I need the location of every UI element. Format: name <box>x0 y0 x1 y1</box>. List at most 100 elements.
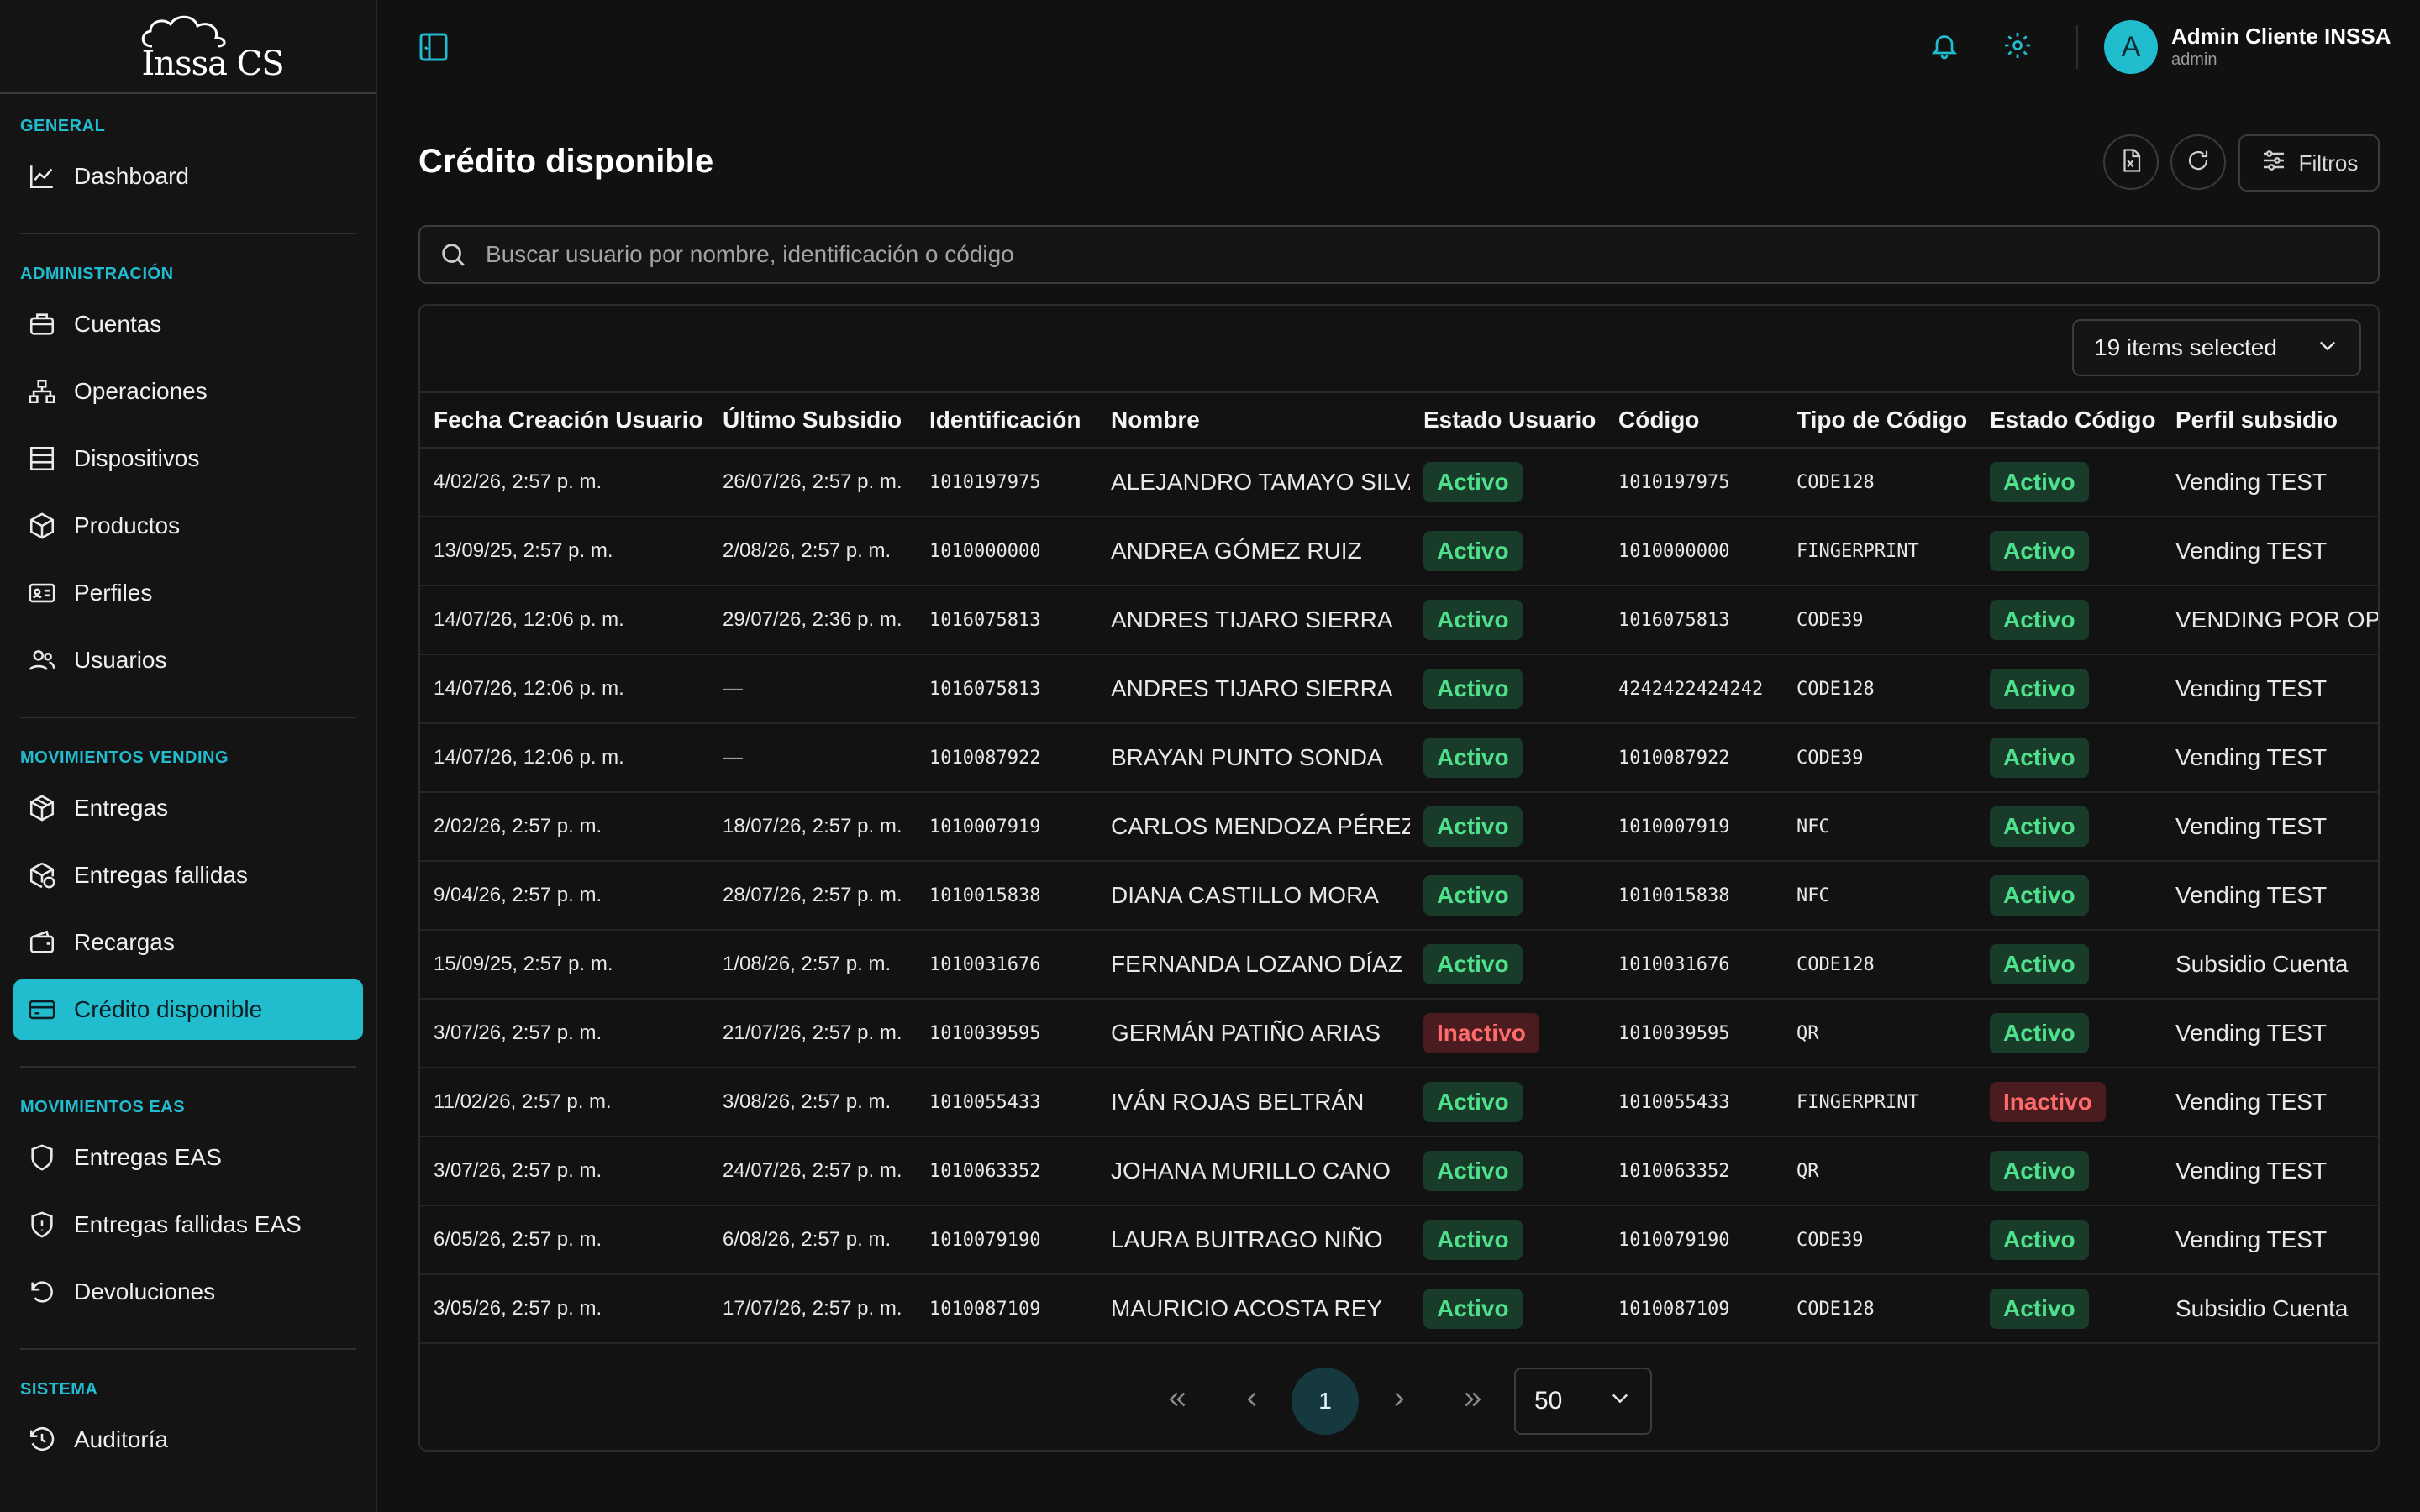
sidebar-item-recargas[interactable]: Recargas <box>13 912 363 973</box>
previous-page-button[interactable] <box>1218 1368 1286 1435</box>
sidebar-item-label: Entregas <box>74 795 169 821</box>
sidebar-item-dispositivos[interactable]: Dispositivos <box>13 428 363 489</box>
columns-multiselect[interactable]: 19 items selected <box>2072 319 2361 376</box>
notifications-button[interactable] <box>1926 29 1963 66</box>
sidebar-item-entregas-eas[interactable]: Entregas EAS <box>13 1127 363 1188</box>
sidebar-item-operaciones[interactable]: Operaciones <box>13 361 363 422</box>
sidebar-item-label: Cuentas <box>74 311 162 337</box>
table-row[interactable]: 14/07/26, 12:06 p. m. 29/07/26, 2:36 p. m… <box>420 585 2378 654</box>
chevrons-right-icon <box>1460 1387 1485 1416</box>
column-header[interactable]: Estado Usuario <box>1410 392 1605 448</box>
cell-estado-codigo: Activo <box>1976 1274 2162 1343</box>
cell-ultimo-subsidio: — <box>723 746 743 769</box>
table-row[interactable]: 9/04/26, 2:57 p. m. 28/07/26, 2:57 p. m. 1… <box>420 861 2378 930</box>
status-badge: Activo <box>1423 875 1523 916</box>
sidebar-item-entregas[interactable]: Entregas <box>13 778 363 838</box>
column-header[interactable]: Identificación <box>916 392 1097 448</box>
sidebar-item-cuentas[interactable]: Cuentas <box>13 294 363 354</box>
avatar[interactable]: A <box>2104 20 2158 74</box>
table-row[interactable]: 14/07/26, 12:06 p. m. — 1016075813 ANDRES T… <box>420 654 2378 723</box>
settings-button[interactable] <box>1999 29 2036 66</box>
table-row[interactable]: 4/02/26, 2:57 p. m. 26/07/26, 2:57 p. m. 1… <box>420 448 2378 517</box>
table-row[interactable]: 3/05/26, 2:57 p. m. 17/07/26, 2:57 p. m. 1… <box>420 1274 2378 1343</box>
cell-tipo-codigo: NFC <box>1797 885 1830 906</box>
rotate-ccw-icon <box>25 1275 59 1309</box>
table-row[interactable]: 3/07/26, 2:57 p. m. 21/07/26, 2:57 p. m. 1… <box>420 999 2378 1068</box>
sidebar-item-devoluciones[interactable]: Devoluciones <box>13 1262 363 1322</box>
cell-estado-codigo: Activo <box>1976 1137 2162 1205</box>
cell-identificacion: 1010015838 <box>929 885 1041 906</box>
column-header[interactable]: Fecha Creación Usuario <box>420 392 709 448</box>
first-page-button[interactable] <box>1144 1368 1212 1435</box>
table-row[interactable]: 3/07/26, 2:57 p. m. 24/07/26, 2:57 p. m. 1… <box>420 1137 2378 1205</box>
cell-tipo-codigo: CODE39 <box>1797 1229 1864 1251</box>
column-header[interactable]: Nombre <box>1097 392 1410 448</box>
history-icon <box>25 1423 59 1457</box>
page-size-select[interactable]: 50 <box>1514 1368 1652 1435</box>
cell-estado-usuario: Activo <box>1410 792 1605 861</box>
status-badge: Activo <box>1990 1220 2089 1260</box>
section-label-administracion: ADMINISTRACIÓN <box>20 265 174 283</box>
section-label-movimientos-vending: MOVIMIENTOS VENDING <box>20 748 229 767</box>
sidebar-item-label: Perfiles <box>74 580 153 606</box>
column-header[interactable]: Tipo de Código <box>1783 392 1976 448</box>
cell-nombre: ANDRES TIJARO SIERRA <box>1111 606 1393 633</box>
cell-estado-usuario: Activo <box>1410 448 1605 517</box>
header-divider <box>2076 25 2078 69</box>
sidebar-toggle-button[interactable] <box>417 30 454 64</box>
sidebar-item-dashboard[interactable]: Dashboard <box>13 146 363 207</box>
column-header[interactable]: Estado Código <box>1976 392 2162 448</box>
table-row[interactable]: 11/02/26, 2:57 p. m. 3/08/26, 2:57 p. m. 1… <box>420 1068 2378 1137</box>
cell-identificacion: 1010087109 <box>929 1298 1041 1320</box>
sidebar-item-productos[interactable]: Productos <box>13 496 363 556</box>
filters-button[interactable]: Filtros <box>2238 134 2380 192</box>
cell-identificacion: 1010031676 <box>929 953 1041 975</box>
cell-ultimo-subsidio: 3/08/26, 2:57 p. m. <box>723 1090 892 1113</box>
user-name: Admin Cliente INSSA <box>2171 24 2391 49</box>
chevron-down-icon <box>1608 1386 1632 1416</box>
table-row[interactable]: 14/07/26, 12:06 p. m. — 1010087922 BRAYAN P… <box>420 723 2378 792</box>
sidebar-item-entregas-fallidas-eas[interactable]: Entregas fallidas EAS <box>13 1194 363 1255</box>
cell-ultimo-subsidio: 18/07/26, 2:57 p. m. <box>723 815 902 837</box>
refresh-button[interactable] <box>2170 134 2226 190</box>
sidebar-item-label: Productos <box>74 512 181 538</box>
cell-perfil-subsidio: Vending TEST <box>2175 744 2328 770</box>
sidebar-item-auditoria[interactable]: Auditoría <box>13 1410 363 1470</box>
sidebar-item-entregas-fallidas[interactable]: Entregas fallidas <box>13 845 363 906</box>
cell-tipo-codigo: QR <box>1797 1160 1819 1182</box>
columns-selected-label: 19 items selected <box>2094 334 2277 360</box>
status-badge: Activo <box>1990 1151 2089 1191</box>
cell-estado-codigo: Activo <box>1976 654 2162 723</box>
sidebar-item-label: Crédito disponible <box>74 996 263 1022</box>
column-header[interactable]: Último Subsidio <box>709 392 916 448</box>
sidebar-divider <box>20 717 356 718</box>
current-page-button[interactable]: 1 <box>1292 1368 1359 1435</box>
cell-nombre: GERMÁN PATIÑO ARIAS <box>1111 1020 1381 1046</box>
cell-perfil-subsidio: Vending TEST <box>2175 882 2328 908</box>
table-row[interactable]: 15/09/25, 2:57 p. m. 1/08/26, 2:57 p. m. 1… <box>420 930 2378 999</box>
table-row[interactable]: 2/02/26, 2:57 p. m. 18/07/26, 2:57 p. m. 1… <box>420 792 2378 861</box>
sidebar-item-usuarios[interactable]: Usuarios <box>13 630 363 690</box>
export-excel-button[interactable] <box>2103 134 2159 190</box>
brand-logo[interactable]: Inssa CS <box>134 13 285 83</box>
sidebar-item-label: Dispositivos <box>74 445 200 471</box>
status-badge: Inactivo <box>1990 1082 2106 1122</box>
table-row[interactable]: 13/09/25, 2:57 p. m. 2/08/26, 2:57 p. m. 1… <box>420 517 2378 585</box>
cell-codigo: 1010000000 <box>1618 540 1730 562</box>
column-header[interactable]: Perfil subsidio <box>2162 392 2378 448</box>
sidebar-item-label: Dashboard <box>74 163 189 189</box>
sidebar-item-perfiles[interactable]: Perfiles <box>13 563 363 623</box>
table-row[interactable]: 6/05/26, 2:57 p. m. 6/08/26, 2:57 p. m. 10… <box>420 1205 2378 1274</box>
last-page-button[interactable] <box>1439 1368 1506 1435</box>
cell-codigo: 1010015838 <box>1618 885 1730 906</box>
cell-codigo: 1016075813 <box>1618 609 1730 631</box>
cell-fecha-creacion: 6/05/26, 2:57 p. m. <box>434 1228 602 1251</box>
cell-estado-usuario: Activo <box>1410 930 1605 999</box>
cell-codigo: 4242422424242 <box>1618 678 1764 700</box>
column-header[interactable]: Código <box>1605 392 1783 448</box>
status-badge: Activo <box>1423 600 1523 640</box>
cell-fecha-creacion: 13/09/25, 2:57 p. m. <box>434 539 613 562</box>
search-input[interactable] <box>486 241 2334 268</box>
sidebar-item-credito-disponible[interactable]: Crédito disponible <box>13 979 363 1040</box>
next-page-button[interactable] <box>1365 1368 1433 1435</box>
